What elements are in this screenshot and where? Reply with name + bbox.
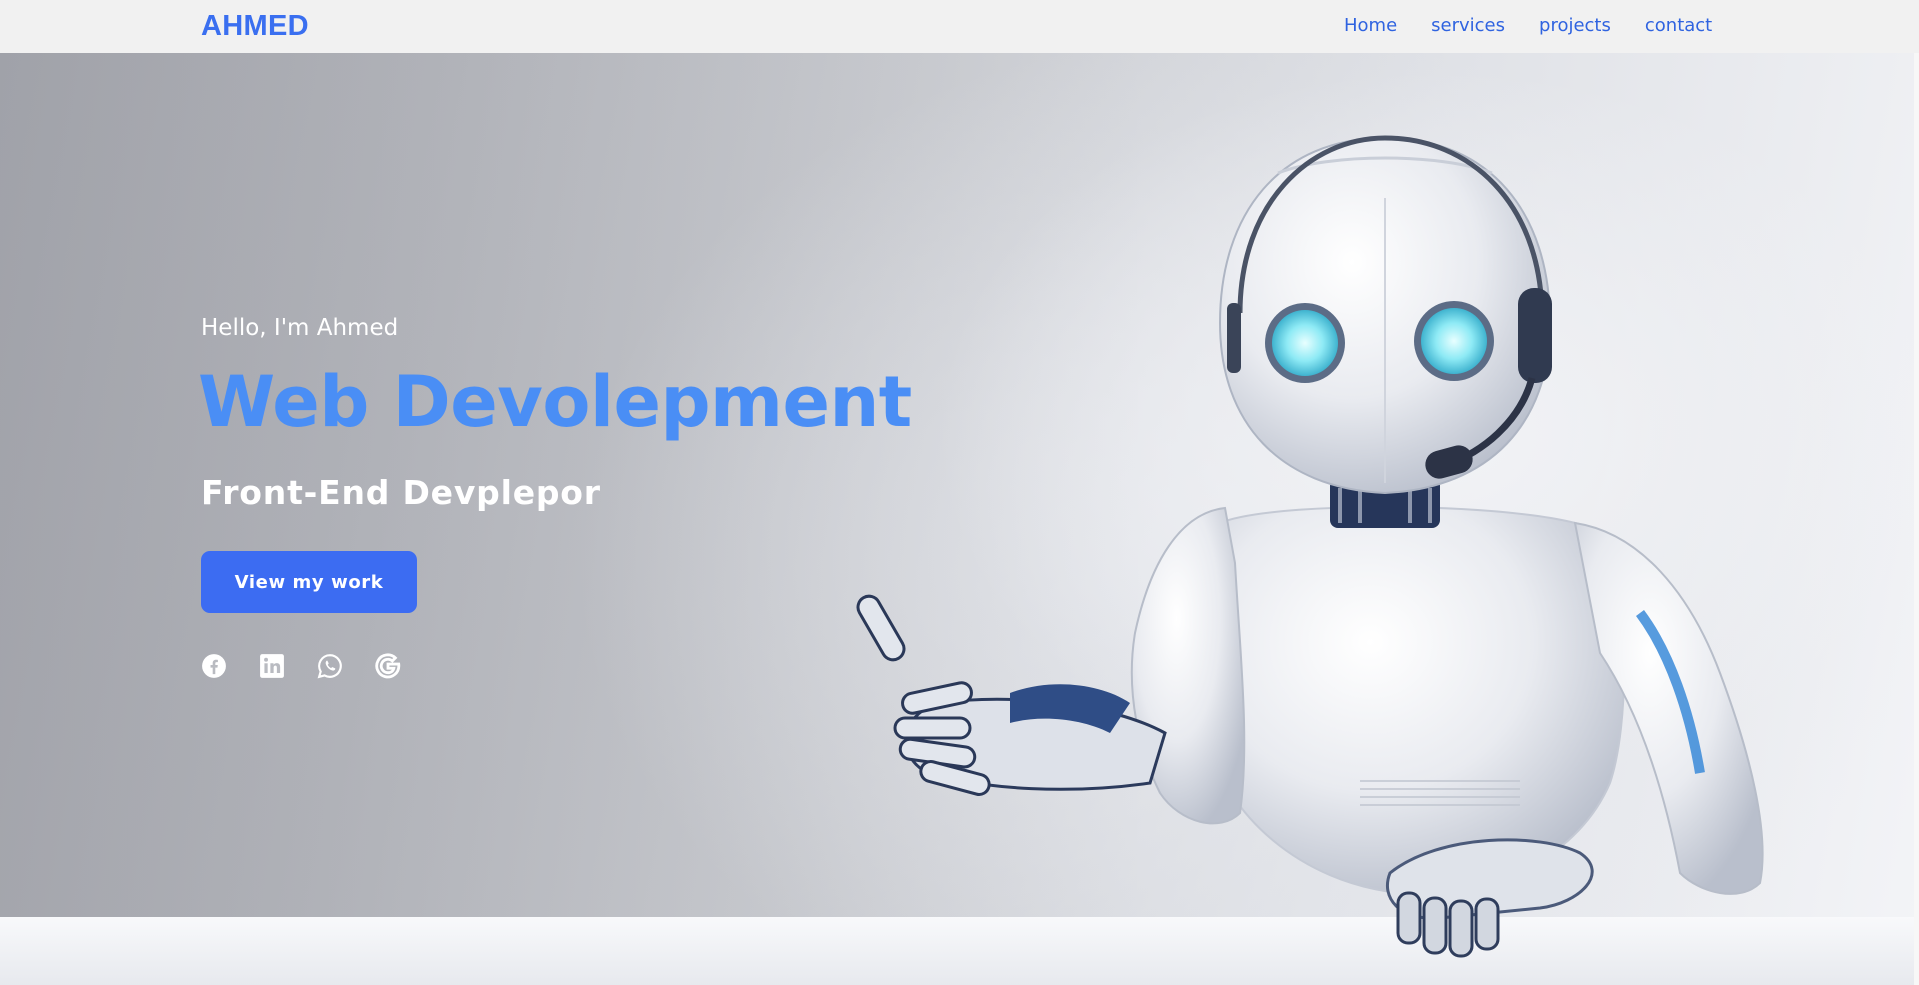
social-links <box>201 653 433 679</box>
view-my-work-button[interactable]: View my work <box>201 551 417 613</box>
whatsapp-icon[interactable] <box>317 653 343 679</box>
hero-greeting: Hello, I'm Ahmed <box>201 315 399 341</box>
nav-links: Home services projects contact <box>1344 15 1712 36</box>
nav-home[interactable]: Home <box>1344 15 1397 36</box>
navbar: AHMED Home services projects contact <box>0 0 1919 53</box>
hero-title: Web Devolepment <box>198 361 912 443</box>
nav-services[interactable]: services <box>1431 15 1505 36</box>
hero-section: Hello, I'm Ahmed Web Devolepment Front-E… <box>0 53 1919 985</box>
linkedin-icon[interactable] <box>259 653 285 679</box>
hero-subtitle: Front-End Devplepor <box>201 473 601 512</box>
right-edge <box>1914 53 1919 985</box>
nav-projects[interactable]: projects <box>1539 15 1611 36</box>
facebook-icon[interactable] <box>201 653 227 679</box>
logo[interactable]: AHMED <box>201 10 309 43</box>
robot-illustration <box>856 135 1764 958</box>
google-icon[interactable] <box>375 653 401 679</box>
nav-contact[interactable]: contact <box>1645 15 1712 36</box>
